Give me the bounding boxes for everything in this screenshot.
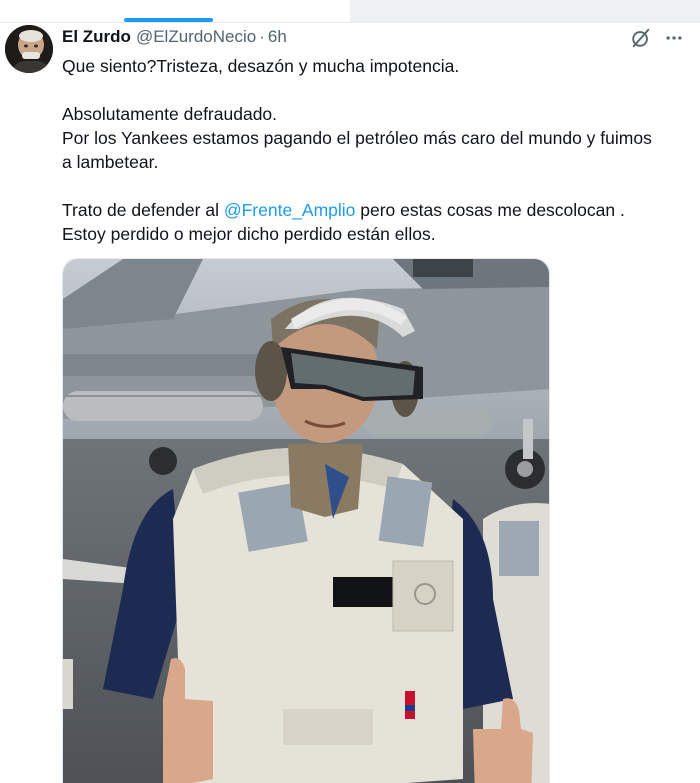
separator-dot: · (259, 27, 265, 46)
grok-icon (632, 28, 650, 48)
tweet-text-segment: Trato de defender al (62, 200, 224, 220)
avatar[interactable] (5, 25, 53, 73)
top-tab-strip (0, 0, 700, 24)
tweet-line: Trato de defender al @Frente_Amplio pero… (62, 198, 692, 222)
tweet-text-segment: pero estas cosas me descolocan . (355, 200, 625, 220)
tweet-line: Estoy perdido o mejor dicho perdido está… (62, 224, 436, 244)
grok-button[interactable] (626, 25, 656, 51)
more-options-button[interactable] (659, 25, 689, 51)
tweet-text: Que siento?Tristeza, desazón y mucha imp… (62, 54, 692, 246)
tweet-line: a lambetear. (62, 152, 159, 172)
mention-link[interactable]: @Frente_Amplio (224, 200, 356, 220)
more-horizontal-icon (666, 36, 682, 40)
author-handle[interactable]: @ElZurdoNecio (136, 27, 256, 47)
tweet-header: El Zurdo @ElZurdoNecio · 6h (62, 26, 287, 48)
author-name[interactable]: El Zurdo (62, 27, 131, 47)
tweet-line: Absolutamente defraudado. (62, 104, 278, 124)
divider (0, 22, 700, 23)
tweet-line: Por los Yankees estamos pagando el petró… (62, 128, 652, 148)
tab-area-inactive (350, 0, 700, 22)
timestamp[interactable]: 6h (268, 27, 287, 47)
tweet-line: Que siento?Tristeza, desazón y mucha imp… (62, 56, 460, 76)
tweet-media-photo[interactable] (62, 258, 550, 783)
